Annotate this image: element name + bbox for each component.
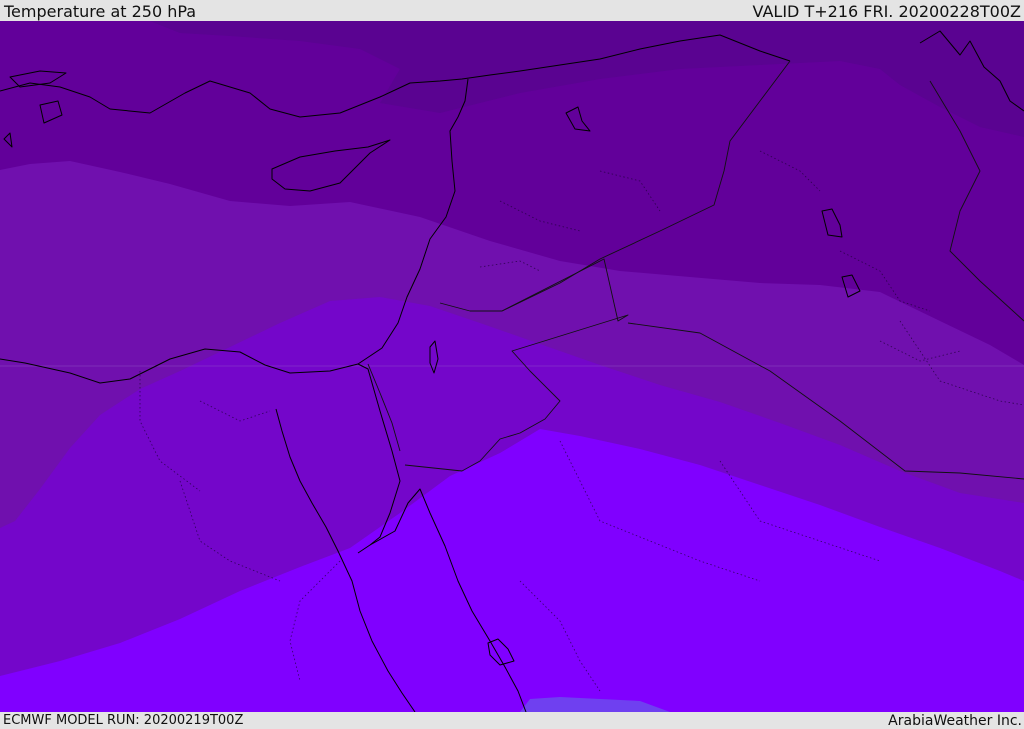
valid-time-label: VALID T+216 FRI. 20200228T00Z: [752, 2, 1021, 21]
credit-label: ArabiaWeather Inc.: [888, 713, 1022, 729]
header-bar: Temperature at 250 hPa VALID T+216 FRI. …: [0, 0, 1024, 21]
footer-bar: ECMWF MODEL RUN: 20200219T00Z ArabiaWeat…: [0, 712, 1024, 729]
model-run-label: ECMWF MODEL RUN: 20200219T00Z: [3, 713, 244, 728]
forecast-map-view: Temperature at 250 hPa VALID T+216 FRI. …: [0, 0, 1024, 729]
map-title: Temperature at 250 hPa: [4, 2, 197, 21]
temperature-map: [0, 21, 1024, 712]
